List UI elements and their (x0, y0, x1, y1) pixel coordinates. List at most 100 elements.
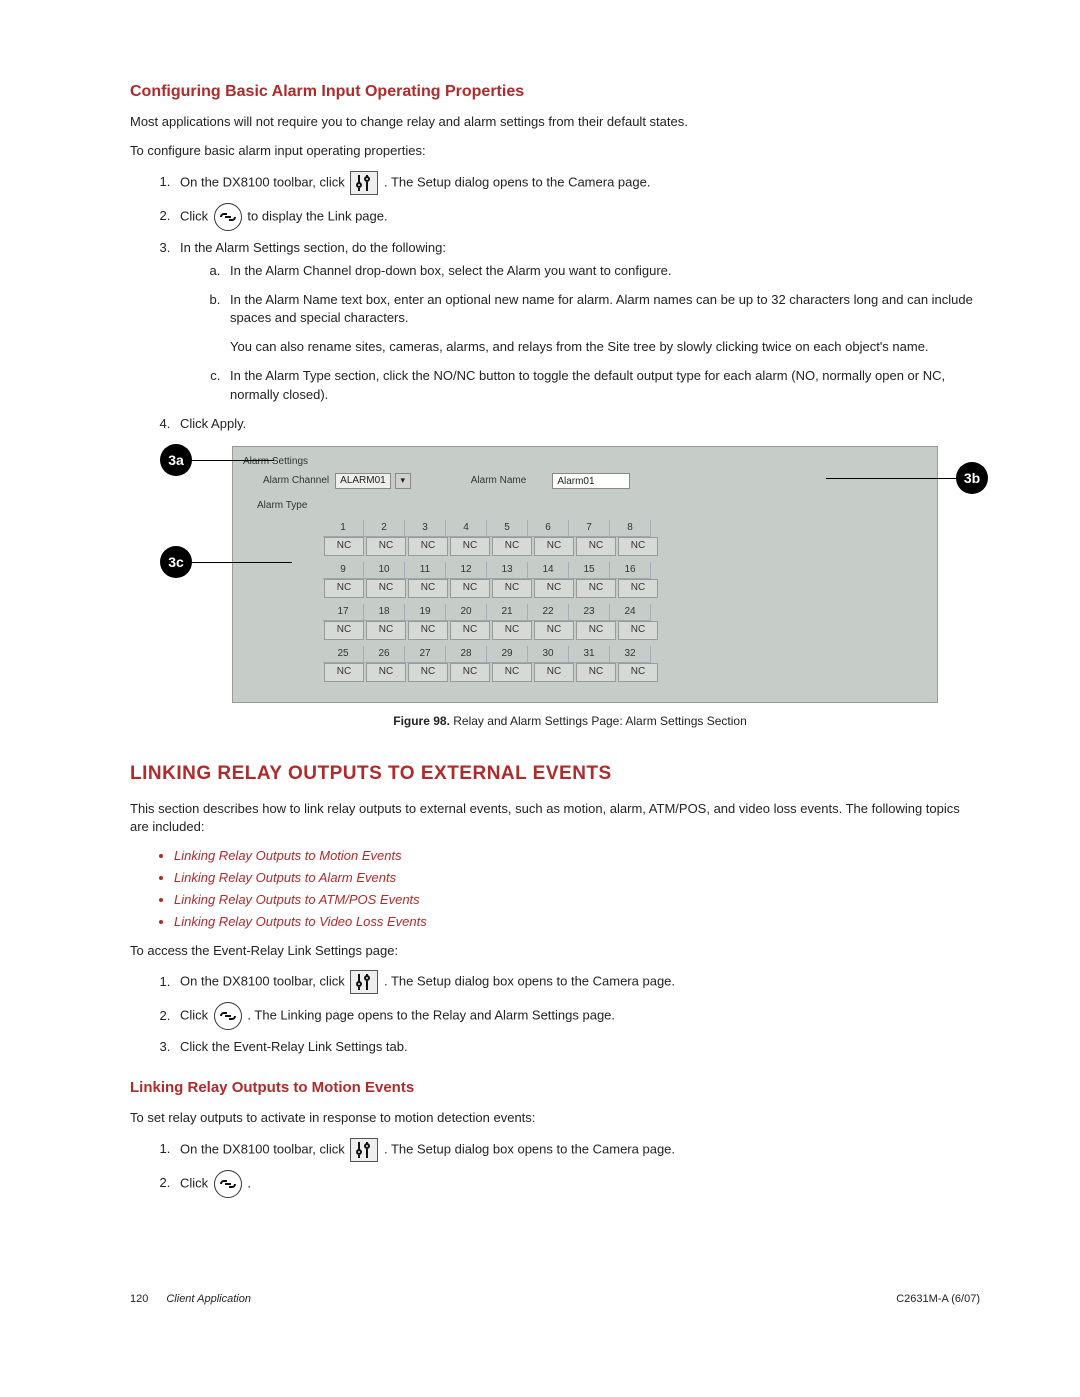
paragraph: Most applications will not require you t… (130, 113, 980, 132)
alarm-number: 12 (446, 562, 487, 580)
alarm-type-toggle[interactable]: NC (492, 663, 532, 682)
link-icon (214, 1002, 242, 1030)
alarm-type-toggle[interactable]: NC (324, 663, 364, 682)
note-text: You can also rename sites, cameras, alar… (230, 338, 980, 357)
text: to display the Link page. (247, 208, 387, 223)
page-number: 120 (130, 1292, 148, 1308)
alarm-type-toggle[interactable]: NC (450, 621, 490, 640)
alarm-type-toggle[interactable]: NC (534, 663, 574, 682)
list-item: In the Alarm Type section, click the NO/… (224, 367, 980, 405)
alarm-type-toggle[interactable]: NC (450, 663, 490, 682)
alarm-number: 16 (610, 562, 651, 580)
setup-tools-icon (350, 171, 378, 195)
procedure-list: On the DX8100 toolbar, click . The Setup… (130, 171, 980, 434)
alarm-type-toggle[interactable]: NC (366, 579, 406, 598)
alarm-number: 18 (364, 604, 405, 622)
alarm-type-toggle[interactable]: NC (618, 579, 658, 598)
text: On the DX8100 toolbar, click (180, 974, 348, 989)
paragraph: To configure basic alarm input operating… (130, 142, 980, 161)
alarm-type-toggle[interactable]: NC (366, 621, 406, 640)
alarm-type-toggle[interactable]: NC (324, 621, 364, 640)
callout-line (826, 478, 956, 480)
setup-tools-icon (350, 1138, 378, 1162)
list-item: In the Alarm Settings section, do the fo… (174, 239, 980, 405)
sub-list: In the Alarm Channel drop-down box, sele… (180, 262, 980, 405)
alarm-type-toggle[interactable]: NC (576, 663, 616, 682)
alarm-type-toggle[interactable]: NC (534, 579, 574, 598)
list-item: On the DX8100 toolbar, click . The Setup… (174, 970, 980, 994)
chevron-down-icon[interactable]: ▾ (395, 473, 411, 489)
callout-3a: 3a (160, 444, 192, 476)
alarm-number: 11 (405, 562, 446, 580)
alarm-name-label: Alarm Name (471, 474, 527, 489)
link-item[interactable]: Linking Relay Outputs to Motion Events (174, 847, 980, 866)
alarm-number: 10 (364, 562, 405, 580)
alarm-type-toggle[interactable]: NC (324, 537, 364, 556)
alarm-type-toggle[interactable]: NC (408, 621, 448, 640)
paragraph: To set relay outputs to activate in resp… (130, 1109, 980, 1128)
alarm-number: 13 (487, 562, 528, 580)
alarm-type-toggle[interactable]: NC (534, 537, 574, 556)
alarm-channel-label: Alarm Channel (263, 474, 329, 489)
alarm-type-toggle[interactable]: NC (450, 579, 490, 598)
alarm-channel-dropdown[interactable]: ALARM01 (335, 473, 391, 489)
alarm-number: 24 (610, 604, 651, 622)
header-row: Alarm Channel ALARM01 ▾ Alarm Name Alarm… (263, 473, 927, 489)
alarm-type-toggle[interactable]: NC (534, 621, 574, 640)
link-item[interactable]: Linking Relay Outputs to Video Loss Even… (174, 913, 980, 932)
alarm-number: 6 (528, 520, 569, 538)
alarm-type-toggle[interactable]: NC (618, 663, 658, 682)
alarm-number: 23 (569, 604, 610, 622)
alarm-type-toggle[interactable]: NC (576, 537, 616, 556)
text: . The Setup dialog box opens to the Came… (384, 974, 675, 989)
alarm-number: 28 (446, 646, 487, 664)
link-item[interactable]: Linking Relay Outputs to Alarm Events (174, 869, 980, 888)
list-item: On the DX8100 toolbar, click . The Setup… (174, 171, 980, 195)
alarm-type-toggle[interactable]: NC (408, 579, 448, 598)
setup-tools-icon (350, 970, 378, 994)
alarm-type-toggle[interactable]: NC (492, 537, 532, 556)
alarm-number: 26 (364, 646, 405, 664)
alarm-type-toggle[interactable]: NC (366, 663, 406, 682)
text: . The Linking page opens to the Relay an… (247, 1008, 615, 1023)
alarm-number: 15 (569, 562, 610, 580)
alarm-number: 31 (569, 646, 610, 664)
section-heading-motion: Linking Relay Outputs to Motion Events (130, 1077, 980, 1099)
list-item: Click Apply. (174, 415, 980, 434)
procedure-list: On the DX8100 toolbar, click . The Setup… (130, 1138, 980, 1198)
link-item[interactable]: Linking Relay Outputs to ATM/POS Events (174, 891, 980, 910)
alarm-number: 27 (405, 646, 446, 664)
alarm-type-toggle[interactable]: NC (324, 579, 364, 598)
alarm-type-toggle[interactable]: NC (408, 663, 448, 682)
list-item: In the Alarm Channel drop-down box, sele… (224, 262, 980, 281)
alarm-type-toggle[interactable]: NC (408, 537, 448, 556)
section-heading-configuring: Configuring Basic Alarm Input Operating … (130, 80, 980, 103)
alarm-number: 4 (446, 520, 487, 538)
alarm-number: 19 (405, 604, 446, 622)
dropdown-value: ALARM01 (340, 474, 386, 489)
alarm-type-toggle[interactable]: NC (366, 537, 406, 556)
alarm-type-toggle[interactable]: NC (576, 621, 616, 640)
alarm-settings-panel: Alarm Settings Alarm Channel ALARM01 ▾ A… (232, 446, 938, 703)
alarm-number: 3 (405, 520, 446, 538)
doc-code: C2631M-A (6/07) (896, 1292, 980, 1308)
alarm-type-toggle[interactable]: NC (492, 579, 532, 598)
alarm-name-input[interactable]: Alarm01 (552, 473, 630, 489)
text: Click (180, 208, 212, 223)
alarm-type-toggle[interactable]: NC (450, 537, 490, 556)
list-item: Click to display the Link page. (174, 203, 980, 231)
link-icon (214, 1170, 242, 1198)
section-heading-linking: LINKING RELAY OUTPUTS TO EXTERNAL EVENTS (130, 760, 980, 788)
text: Click (180, 1008, 212, 1023)
alarm-type-toggle[interactable]: NC (576, 579, 616, 598)
alarm-number: 1 (323, 520, 364, 538)
caption-text: Relay and Alarm Settings Page: Alarm Set… (450, 714, 747, 728)
alarm-type-toggle[interactable]: NC (492, 621, 532, 640)
list-item: In the Alarm Name text box, enter an opt… (224, 291, 980, 358)
alarm-number: 25 (323, 646, 364, 664)
alarm-type-toggle[interactable]: NC (618, 621, 658, 640)
alarm-number: 32 (610, 646, 651, 664)
list-item: Click . The Linking page opens to the Re… (174, 1002, 980, 1030)
text: . The Setup dialog box opens to the Came… (384, 1141, 675, 1156)
alarm-type-toggle[interactable]: NC (618, 537, 658, 556)
